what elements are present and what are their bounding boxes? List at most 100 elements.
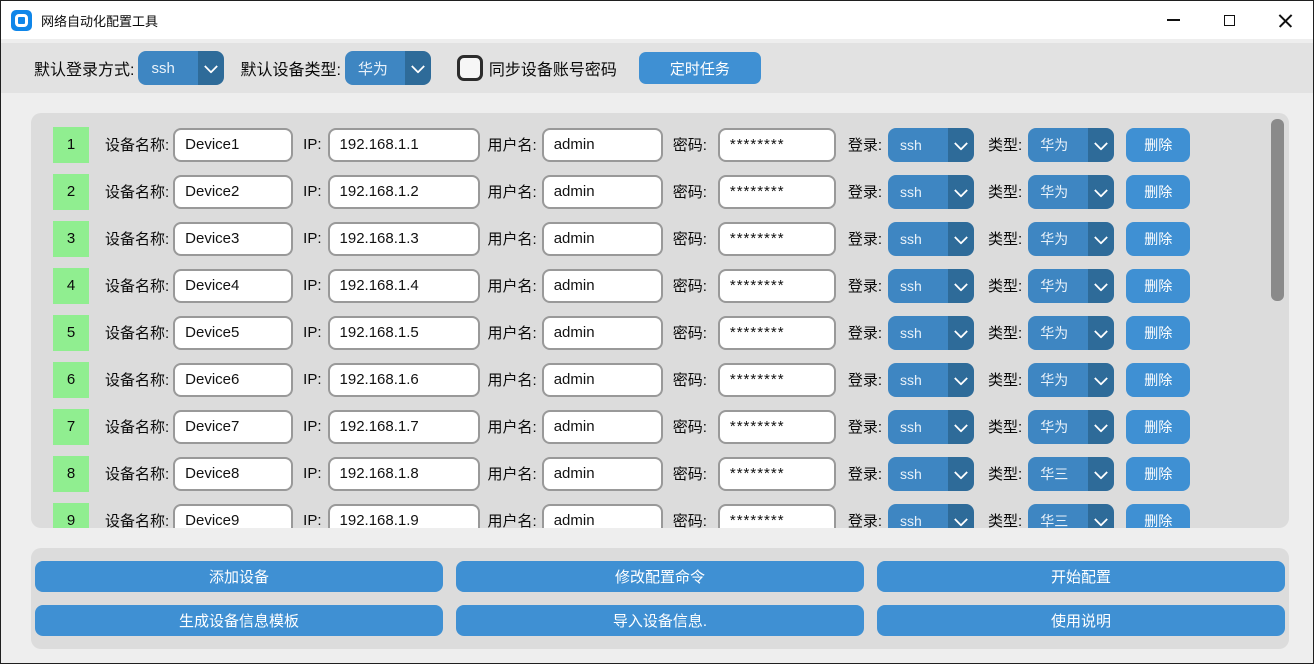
password-label: 密码: <box>672 231 707 248</box>
device-type-select[interactable]: 华为 <box>1028 174 1115 209</box>
default-type-value: 华为 <box>344 51 405 85</box>
row-index-badge: 9 <box>53 502 89 528</box>
login-method-select[interactable]: ssh <box>888 362 975 397</box>
username-input[interactable] <box>541 409 663 444</box>
delete-button[interactable]: 删除 <box>1126 174 1191 209</box>
import-device-info-button[interactable]: 导入设备信息. <box>456 605 864 636</box>
ip-input[interactable] <box>327 362 480 397</box>
generate-device-template-button[interactable]: 生成设备信息模板 <box>35 605 443 636</box>
maximize-button[interactable] <box>1201 1 1257 39</box>
ip-input[interactable] <box>327 174 480 209</box>
default-login-select[interactable]: ssh <box>138 51 225 85</box>
login-method-select[interactable]: ssh <box>888 456 975 491</box>
delete-button[interactable]: 删除 <box>1126 127 1191 162</box>
ip-input[interactable] <box>327 268 480 303</box>
ip-input[interactable] <box>327 315 480 350</box>
device-type-select[interactable]: 华为 <box>1028 409 1115 444</box>
password-label: 密码: <box>672 325 707 342</box>
device-type-value: 华三 <box>1028 456 1089 491</box>
ip-input[interactable] <box>327 456 480 491</box>
login-method-select[interactable]: ssh <box>888 127 975 162</box>
row-index-badge: 3 <box>53 220 89 257</box>
delete-button[interactable]: 删除 <box>1126 409 1191 444</box>
password-input[interactable] <box>717 174 836 209</box>
username-input[interactable] <box>541 503 663 528</box>
chevron-down-icon <box>198 51 225 85</box>
login-method-select[interactable]: ssh <box>888 315 975 350</box>
device-name-input[interactable] <box>173 268 294 303</box>
username-label: 用户名: <box>487 325 537 342</box>
delete-button[interactable]: 删除 <box>1126 456 1191 491</box>
device-name-input[interactable] <box>173 221 294 256</box>
default-type-select[interactable]: 华为 <box>344 51 431 85</box>
sync-credentials-checkbox[interactable] <box>456 55 483 81</box>
login-method-select[interactable]: ssh <box>888 174 975 209</box>
device-type-label: 类型: <box>988 466 1023 483</box>
delete-button[interactable]: 删除 <box>1126 268 1191 303</box>
login-method-value: ssh <box>888 503 949 528</box>
device-type-select[interactable]: 华为 <box>1028 362 1115 397</box>
username-input[interactable] <box>541 127 663 162</box>
login-method-select[interactable]: ssh <box>888 221 975 256</box>
password-input[interactable] <box>717 221 836 256</box>
login-method-value: ssh <box>888 362 949 397</box>
device-type-select[interactable]: 华为 <box>1028 221 1115 256</box>
device-type-value: 华为 <box>1028 221 1089 256</box>
row-index-badge: 5 <box>53 314 89 351</box>
ip-input[interactable] <box>327 221 480 256</box>
device-name-input[interactable] <box>173 362 294 397</box>
device-type-select[interactable]: 华三 <box>1028 503 1115 528</box>
device-name-label: 设备名称: <box>105 184 170 201</box>
device-name-input[interactable] <box>173 174 294 209</box>
delete-button[interactable]: 删除 <box>1126 221 1191 256</box>
delete-button[interactable]: 删除 <box>1126 362 1191 397</box>
scrollbar-thumb[interactable] <box>1271 119 1284 301</box>
password-input[interactable] <box>717 315 836 350</box>
username-input[interactable] <box>541 268 663 303</box>
username-input[interactable] <box>541 315 663 350</box>
device-row: 5 设备名称: IP: 用户名: 密码: 登录: ssh 类型: 华为 删除 <box>31 309 1289 356</box>
scheduled-task-button[interactable]: 定时任务 <box>638 52 761 84</box>
chevron-down-icon <box>948 456 975 491</box>
start-configuration-button[interactable]: 开始配置 <box>877 561 1285 592</box>
device-name-input[interactable] <box>173 127 294 162</box>
username-label: 用户名: <box>487 137 537 154</box>
password-input[interactable] <box>717 503 836 528</box>
password-label: 密码: <box>672 513 707 528</box>
device-name-input[interactable] <box>173 409 294 444</box>
login-method-label: 登录: <box>847 184 883 201</box>
chevron-down-icon <box>1088 362 1115 397</box>
modify-config-commands-button[interactable]: 修改配置命令 <box>456 561 864 592</box>
device-type-select[interactable]: 华为 <box>1028 268 1115 303</box>
device-name-label: 设备名称: <box>105 325 170 342</box>
username-input[interactable] <box>541 362 663 397</box>
username-input[interactable] <box>541 174 663 209</box>
password-input[interactable] <box>717 268 836 303</box>
password-input[interactable] <box>717 127 836 162</box>
minimize-button[interactable] <box>1145 1 1201 39</box>
device-name-input[interactable] <box>173 456 294 491</box>
login-method-select[interactable]: ssh <box>888 503 975 528</box>
device-type-select[interactable]: 华三 <box>1028 456 1115 491</box>
username-input[interactable] <box>541 456 663 491</box>
login-method-select[interactable]: ssh <box>888 409 975 444</box>
device-type-select[interactable]: 华为 <box>1028 315 1115 350</box>
close-button[interactable] <box>1257 1 1313 39</box>
delete-button[interactable]: 删除 <box>1126 315 1191 350</box>
device-type-select[interactable]: 华为 <box>1028 127 1115 162</box>
usage-instructions-button[interactable]: 使用说明 <box>877 605 1285 636</box>
chevron-down-icon <box>1088 409 1115 444</box>
username-input[interactable] <box>541 221 663 256</box>
ip-input[interactable] <box>327 409 480 444</box>
ip-input[interactable] <box>327 503 480 528</box>
device-name-input[interactable] <box>173 315 294 350</box>
ip-input[interactable] <box>327 127 480 162</box>
device-name-input[interactable] <box>173 503 294 528</box>
delete-button[interactable]: 删除 <box>1126 503 1191 528</box>
password-input[interactable] <box>717 456 836 491</box>
password-input[interactable] <box>717 362 836 397</box>
add-device-button[interactable]: 添加设备 <box>35 561 443 592</box>
password-input[interactable] <box>717 409 836 444</box>
login-method-select[interactable]: ssh <box>888 268 975 303</box>
window-controls <box>1145 1 1313 39</box>
